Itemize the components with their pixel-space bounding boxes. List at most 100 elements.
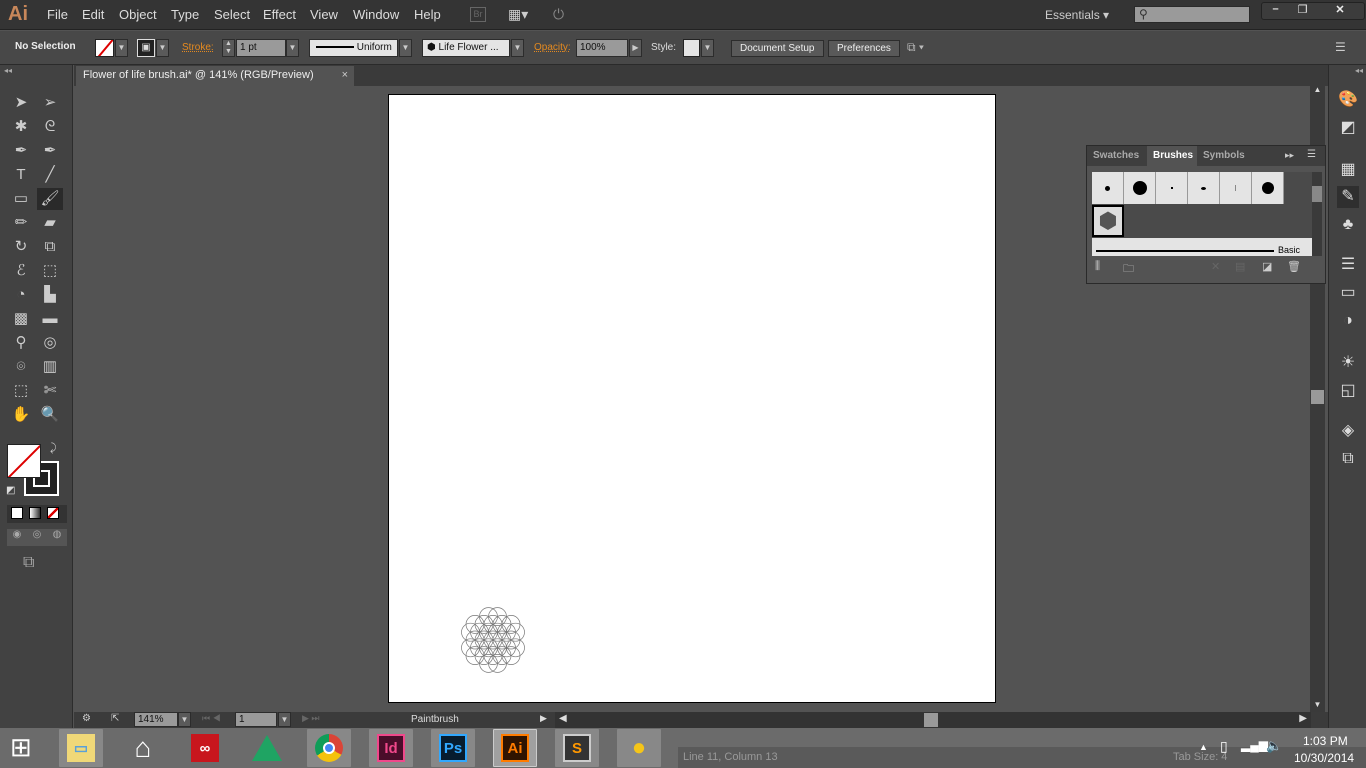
taskbar-home[interactable]: ⌂ <box>121 729 165 767</box>
zoom-dropdown[interactable]: ▼ <box>178 712 191 727</box>
curvature-tool-icon[interactable]: ✒ <box>37 140 63 162</box>
flower-of-life-artwork[interactable] <box>453 603 533 677</box>
profile-dropdown[interactable]: ▼ <box>399 39 412 57</box>
screen-mode-icon[interactable]: ⧉ <box>23 554 34 572</box>
gradient-tool-icon[interactable]: ▬ <box>37 308 63 330</box>
menu-type[interactable]: Type <box>171 7 199 22</box>
restore-button[interactable]: ❐ <box>1289 3 1316 19</box>
new-brush-icon[interactable]: ◪ <box>1262 260 1272 273</box>
libraries-panel-icon[interactable]: 🗀 <box>1123 260 1134 279</box>
opacity-slider-button[interactable]: ▶ <box>629 39 642 57</box>
draw-inside-icon[interactable]: ◍ <box>53 529 62 546</box>
transparency-panel-icon[interactable]: ◑ <box>1337 310 1359 332</box>
taskbar-google-drive[interactable] <box>245 729 289 767</box>
lasso-tool-icon[interactable]: ᘓ <box>37 116 63 138</box>
selection-tool-icon[interactable]: ➤ <box>8 92 34 114</box>
gradient-button[interactable] <box>29 507 41 519</box>
opacity-input[interactable]: 100% <box>576 39 628 57</box>
mesh-tool-icon[interactable]: ▩ <box>8 308 34 330</box>
artboards-panel-icon[interactable]: ⧉ <box>1337 448 1359 470</box>
brushes-panel-icon[interactable]: ✎ <box>1337 186 1359 208</box>
direct-selection-tool-icon[interactable]: ➢ <box>37 92 63 114</box>
taskbar-sublime-text[interactable]: S <box>555 729 599 767</box>
default-colors-icon[interactable]: ◩ <box>6 485 15 496</box>
fill-dropdown[interactable]: ▼ <box>115 39 128 57</box>
free-transform-tool-icon[interactable]: ⬚ <box>37 260 63 282</box>
menu-help[interactable]: Help <box>414 7 441 22</box>
panel-menu-icon[interactable]: ☰ <box>1335 40 1346 54</box>
preferences-button[interactable]: Preferences <box>828 40 900 57</box>
menu-object[interactable]: Object <box>119 7 157 22</box>
type-tool-icon[interactable]: T <box>8 164 34 186</box>
tab-symbols[interactable]: Symbols <box>1197 146 1251 166</box>
graphic-styles-icon[interactable]: ◱ <box>1337 380 1359 402</box>
line-segment-tool-icon[interactable]: ╱ <box>37 164 63 186</box>
warp-tool-icon[interactable]: ℰ <box>8 260 34 282</box>
variable-width-profile[interactable]: Uniform <box>309 39 398 57</box>
minimize-button[interactable]: – <box>1262 3 1289 19</box>
menu-file[interactable]: File <box>47 7 68 22</box>
pen-tool-icon[interactable]: ✒ <box>8 140 34 162</box>
gpu-icon[interactable]: ⚙ <box>82 713 91 724</box>
eyedropper-tool-icon[interactable]: ⚲ <box>8 332 34 354</box>
brush-round-large[interactable] <box>1124 172 1156 204</box>
menu-window[interactable]: Window <box>353 7 399 22</box>
color-button[interactable] <box>11 507 23 519</box>
drawing-modes[interactable]: ◉ ◎ ◍ <box>7 529 67 546</box>
artboard[interactable] <box>388 94 996 703</box>
first-artboard-button[interactable]: ⏮ ◀ <box>202 713 221 724</box>
brush-thin-line[interactable] <box>1220 172 1252 204</box>
brush-oval[interactable] <box>1188 172 1220 204</box>
rectangle-tool-icon[interactable]: ▭ <box>8 188 34 210</box>
vertical-scroll-thumb[interactable] <box>1311 390 1324 404</box>
menu-view[interactable]: View <box>310 7 338 22</box>
arrange-icon[interactable]: ⧉ ▾ <box>907 40 924 55</box>
slice-tool-icon[interactable]: ✄ <box>37 380 63 402</box>
workspace-switcher[interactable]: Essentials ▾ <box>1045 8 1109 22</box>
fill-swatch[interactable] <box>95 39 114 57</box>
network-icon[interactable]: ▂▄▆ <box>1241 738 1268 752</box>
brush-dropdown[interactable]: ▼ <box>511 39 524 57</box>
share-icon[interactable]: ⇱ <box>111 713 119 724</box>
stroke-label[interactable]: Stroke: <box>182 42 214 53</box>
panel-scrollbar[interactable] <box>1312 172 1322 256</box>
start-button[interactable]: ⊞ <box>10 734 32 760</box>
taskbar-photoshop[interactable]: Ps <box>431 729 475 767</box>
taskbar-file-explorer[interactable]: ▭ <box>59 729 103 767</box>
hand-tool-icon[interactable]: ✋ <box>8 404 34 426</box>
taskbar-illustrator[interactable]: Ai <box>493 729 537 767</box>
horizontal-scroll-thumb[interactable] <box>924 713 938 727</box>
arrange-documents-icon[interactable]: ▦▾ <box>508 6 528 23</box>
style-dropdown[interactable]: ▼ <box>701 39 714 57</box>
clock-date[interactable]: 10/30/2014 <box>1294 751 1354 765</box>
status-menu-arrow[interactable]: ▶ <box>540 713 547 724</box>
artboard-tool-icon[interactable]: ⬚ <box>8 380 34 402</box>
delete-brush-icon[interactable]: 🗑 <box>1287 260 1301 273</box>
magic-wand-tool-icon[interactable]: ✱ <box>8 116 34 138</box>
artboard-dropdown[interactable]: ▼ <box>278 712 291 727</box>
swap-colors-icon[interactable]: ⤸ <box>50 442 57 455</box>
eraser-tool-icon[interactable]: ▰ <box>37 212 63 234</box>
column-graph-tool-icon[interactable]: ▥ <box>37 356 63 378</box>
tab-brushes[interactable]: Brushes <box>1147 146 1200 166</box>
tab-swatches[interactable]: Swatches <box>1087 146 1146 166</box>
stroke-swatch[interactable]: ▣ <box>137 39 155 57</box>
symbols-panel-icon[interactable]: ♣ <box>1337 214 1359 236</box>
symbol-sprayer-tool-icon[interactable]: ⌾ <box>8 356 34 378</box>
scroll-left-button[interactable]: ◀ <box>559 713 567 724</box>
close-window-button[interactable]: ✕ <box>1316 3 1364 19</box>
stroke-dropdown[interactable]: ▼ <box>156 39 169 57</box>
battery-icon[interactable]: ▯ <box>1220 738 1228 755</box>
fill-color-box[interactable] <box>7 444 41 478</box>
stroke-stepper[interactable]: ▲ ▼ <box>222 39 235 57</box>
taskbar-indesign[interactable]: Id <box>369 729 413 767</box>
stroke-weight-dropdown[interactable]: ▼ <box>286 39 299 57</box>
show-hidden-icons[interactable]: ▲ <box>1199 742 1208 752</box>
scroll-right-button[interactable]: ▶ <box>1299 713 1307 724</box>
last-artboard-button[interactable]: ▶ ⏭ <box>302 713 320 724</box>
menu-select[interactable]: Select <box>214 7 250 22</box>
gradient-panel-icon[interactable]: ▭ <box>1337 282 1359 304</box>
perspective-grid-tool-icon[interactable]: ▙ <box>37 284 63 306</box>
color-panel-icon[interactable]: 🎨 <box>1337 89 1359 111</box>
close-tab-button[interactable]: × <box>342 69 348 81</box>
